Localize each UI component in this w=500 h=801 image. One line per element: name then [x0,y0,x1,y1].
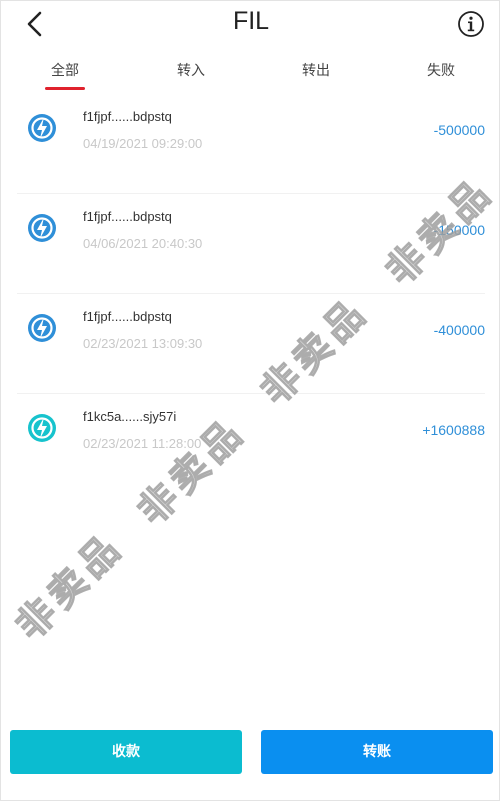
transaction-amount: -500000 [433,122,485,138]
filter-tabs: 全部 转入 转出 失败 [1,53,499,93]
transaction-address: f1fjpf......bdpstq [83,209,172,224]
transaction-address: f1fjpf......bdpstq [83,109,172,124]
receive-arrow-icon [28,414,56,442]
transaction-row[interactable]: f1fjpf......bdpstq 02/23/2021 13:09:30 -… [17,293,485,394]
tab-failed[interactable]: 失败 [401,60,481,80]
transaction-time: 02/23/2021 13:09:30 [83,336,203,351]
transaction-amount: +1600888 [422,422,485,438]
active-tab-indicator [45,87,85,90]
header: FIL [1,1,499,47]
app-screen: FIL 全部 转入 转出 失败 f1fjpf......bdpstq 04/19… [0,0,500,801]
watermark-text: 非卖品 [7,523,133,649]
tab-all[interactable]: 全部 [25,60,105,80]
transaction-time: 04/06/2021 20:40:30 [83,236,203,251]
page-title: FIL [232,7,270,35]
send-arrow-icon [28,314,56,342]
transaction-amount: -150000 [433,222,485,238]
send-arrow-icon [28,114,56,142]
info-icon[interactable] [457,10,485,38]
transaction-row[interactable]: f1kc5a......sjy57i 02/23/2021 11:28:00 +… [17,393,485,493]
tab-incoming[interactable]: 转入 [151,60,231,80]
transaction-time: 02/23/2021 11:28:00 [83,436,202,451]
transaction-amount: -400000 [433,322,485,338]
receive-button[interactable]: 收款 [10,730,242,774]
transfer-button[interactable]: 转账 [261,730,493,774]
send-arrow-icon [28,214,56,242]
transaction-address: f1fjpf......bdpstq [83,309,172,324]
transaction-row[interactable]: f1fjpf......bdpstq 04/06/2021 20:40:30 -… [17,193,485,294]
transaction-address: f1kc5a......sjy57i [83,409,177,424]
transaction-time: 04/19/2021 09:29:00 [83,136,203,151]
transaction-row[interactable]: f1fjpf......bdpstq 04/19/2021 09:29:00 -… [17,93,485,194]
tab-outgoing[interactable]: 转出 [276,60,356,80]
